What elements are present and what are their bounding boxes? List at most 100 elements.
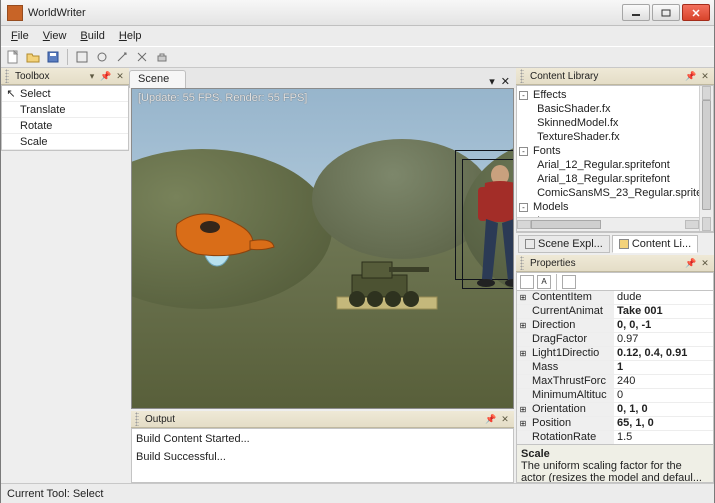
new-icon[interactable] — [5, 49, 21, 65]
actor-dude[interactable] — [460, 161, 514, 301]
tool-icon-2[interactable] — [94, 49, 110, 65]
expander-icon[interactable] — [517, 333, 529, 346]
actor-tank[interactable] — [317, 247, 447, 317]
scene-menu-icon[interactable]: ▾ — [489, 75, 495, 88]
menu-build[interactable]: Build — [74, 28, 110, 44]
save-icon[interactable] — [45, 49, 61, 65]
toolbox-header[interactable]: Toolbox ▾ 📌 ✕ — [1, 68, 129, 85]
properties-grid[interactable]: ⊞ContentItemdudeCurrentAnimatTake 001⊞Di… — [516, 290, 714, 445]
tree-item[interactable]: BasicShader.fx — [531, 102, 713, 116]
menu-help[interactable]: Help — [113, 28, 148, 44]
tree-item[interactable]: TextureShader.fx — [531, 130, 713, 144]
close-panel-icon[interactable]: ✕ — [700, 258, 710, 268]
actor-loopy[interactable] — [162, 199, 282, 269]
close-panel-icon[interactable]: ✕ — [700, 71, 710, 81]
expander-icon[interactable]: ⊞ — [517, 347, 529, 360]
property-row[interactable]: MinimumAltituc0 — [517, 389, 713, 403]
content-library-header[interactable]: Content Library 📌 ✕ — [516, 68, 714, 85]
property-row[interactable]: CurrentAnimatTake 001 — [517, 305, 713, 319]
tab-scene[interactable]: Scene — [129, 70, 186, 88]
property-row[interactable]: ⊞Position65, 1, 0 — [517, 417, 713, 431]
dropdown-icon[interactable]: ▾ — [87, 71, 97, 81]
hscroll-thumb[interactable] — [531, 220, 601, 229]
tab-scene-explorer[interactable]: Scene Expl... — [518, 235, 610, 253]
expander-icon[interactable] — [517, 375, 529, 388]
open-icon[interactable] — [25, 49, 41, 65]
toolbox-item-rotate[interactable]: Rotate — [2, 118, 128, 134]
content-tree[interactable]: - Effects BasicShader.fx SkinnedModel.fx… — [517, 86, 713, 232]
props-pages-icon[interactable] — [562, 275, 576, 289]
grip-icon[interactable] — [520, 69, 524, 83]
menu-view[interactable]: View — [37, 28, 73, 44]
tree-item[interactable]: SkinnedModel.fx — [531, 116, 713, 130]
pin-icon[interactable]: 📌 — [486, 414, 496, 424]
property-row[interactable]: Mass1 — [517, 361, 713, 375]
tree-item[interactable]: ComicSansMS_23_Regular.spritefont — [531, 186, 713, 200]
pin-icon[interactable]: 📌 — [686, 258, 696, 268]
tree-item[interactable]: Arial_18_Regular.spritefont — [531, 172, 713, 186]
expander-icon[interactable]: ⊞ — [517, 417, 529, 430]
alphabetical-icon[interactable]: A — [537, 275, 551, 289]
property-row[interactable]: DragFactor0.97 — [517, 333, 713, 347]
vscroll-thumb[interactable] — [702, 100, 711, 210]
expander-icon[interactable] — [517, 305, 529, 318]
property-row[interactable]: RotationRate1.5 — [517, 431, 713, 445]
tool-icon-4[interactable] — [134, 49, 150, 65]
close-panel-icon[interactable]: ✕ — [115, 71, 125, 81]
vscrollbar[interactable] — [699, 86, 713, 231]
property-value[interactable]: 65, 1, 0 — [614, 417, 713, 430]
categorized-icon[interactable] — [520, 275, 534, 289]
scene-explorer-icon — [525, 239, 535, 249]
expander-icon[interactable]: ⊞ — [517, 291, 529, 304]
tool-icon-5[interactable] — [154, 49, 170, 65]
property-value[interactable]: 0.97 — [614, 333, 713, 346]
property-value[interactable]: 0.12, 0.4, 0.91 — [614, 347, 713, 360]
scene-close-icon[interactable]: ✕ — [501, 75, 510, 88]
property-value[interactable]: 240 — [614, 375, 713, 388]
pin-icon[interactable]: 📌 — [101, 71, 111, 81]
expander-icon[interactable] — [517, 431, 529, 444]
property-value[interactable]: 0 — [614, 389, 713, 402]
grip-icon[interactable] — [520, 256, 524, 270]
toolbox-item-scale[interactable]: Scale — [2, 134, 128, 150]
maximize-button[interactable] — [652, 4, 680, 21]
expander-icon[interactable] — [517, 361, 529, 374]
close-panel-icon[interactable]: ✕ — [500, 414, 510, 424]
scene-viewport[interactable]: [Update: 55 FPS, Render: 55 FPS] — [131, 88, 514, 409]
expander-icon[interactable]: - — [519, 91, 528, 100]
property-value[interactable]: Take 001 — [614, 305, 713, 318]
hscrollbar[interactable] — [517, 217, 699, 231]
tree-group[interactable]: - Fonts Arial_12_Regular.spritefont Aria… — [519, 144, 713, 200]
property-row[interactable]: ⊞ContentItemdude — [517, 291, 713, 305]
expander-icon[interactable]: - — [519, 203, 528, 212]
property-row[interactable]: ⊞Direction0, 0, -1 — [517, 319, 713, 333]
output-text[interactable]: Build Content Started... Build Successfu… — [131, 428, 514, 483]
expander-icon[interactable]: ⊞ — [517, 403, 529, 416]
property-value[interactable]: 0, 0, -1 — [614, 319, 713, 332]
property-value[interactable]: 1 — [614, 361, 713, 374]
property-row[interactable]: MaxThrustForc240 — [517, 375, 713, 389]
property-value[interactable]: dude — [614, 291, 713, 304]
grip-icon[interactable] — [5, 69, 9, 83]
close-button[interactable] — [682, 4, 710, 21]
menu-file[interactable]: File — [5, 28, 35, 44]
expander-icon[interactable]: ⊞ — [517, 319, 529, 332]
property-value[interactable]: 1.5 — [614, 431, 713, 444]
properties-header[interactable]: Properties 📌 ✕ — [516, 255, 714, 272]
output-header[interactable]: Output 📌 ✕ — [131, 411, 514, 428]
tool-icon-3[interactable] — [114, 49, 130, 65]
pin-icon[interactable]: 📌 — [686, 71, 696, 81]
tree-group[interactable]: - Effects BasicShader.fx SkinnedModel.fx… — [519, 88, 713, 144]
property-row[interactable]: ⊞Orientation0, 1, 0 — [517, 403, 713, 417]
expander-icon[interactable]: - — [519, 147, 528, 156]
tree-item[interactable]: Arial_12_Regular.spritefont — [531, 158, 713, 172]
property-row[interactable]: ⊞Light1Directio0.12, 0.4, 0.91 — [517, 347, 713, 361]
grip-icon[interactable] — [135, 412, 139, 426]
tool-icon-1[interactable] — [74, 49, 90, 65]
toolbox-item-translate[interactable]: Translate — [2, 102, 128, 118]
minimize-button[interactable] — [622, 4, 650, 21]
expander-icon[interactable] — [517, 389, 529, 402]
property-value[interactable]: 0, 1, 0 — [614, 403, 713, 416]
tab-content-library[interactable]: Content Li... — [612, 235, 698, 253]
toolbox-item-select[interactable]: ↖ Select — [2, 86, 128, 102]
